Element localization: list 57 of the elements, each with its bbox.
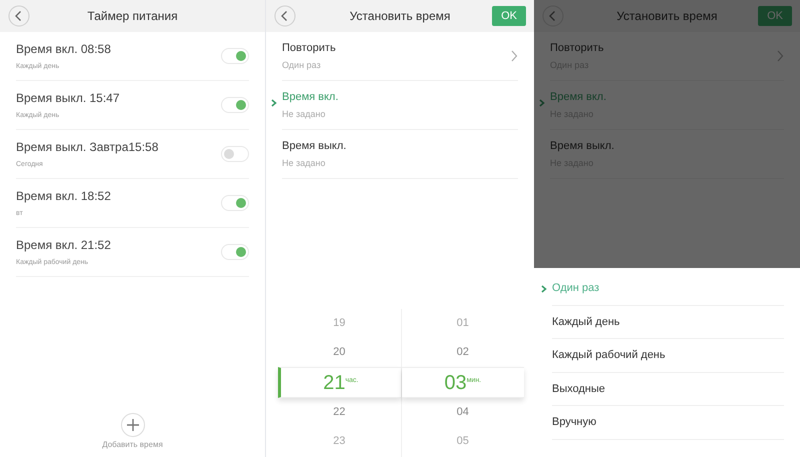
chevron-right-icon xyxy=(510,50,518,62)
ok-button[interactable]: OK xyxy=(758,6,792,26)
setting-row[interactable]: Время выкл. Не задано xyxy=(282,130,518,179)
setting-label[interactable]: Время вкл. xyxy=(550,88,784,105)
setting-label[interactable]: Повторить xyxy=(550,40,776,56)
timer-title: Время выкл. 15:47 xyxy=(16,90,121,107)
setting-label[interactable]: Время выкл. xyxy=(282,138,518,154)
ok-button[interactable]: OK xyxy=(492,6,526,26)
back-button[interactable] xyxy=(274,5,296,27)
picker-value: 03$^{мин.}$ xyxy=(444,370,482,396)
toggle-switch[interactable] xyxy=(221,146,249,162)
plus-icon xyxy=(126,418,140,432)
setting-row[interactable]: Повторить Один раз xyxy=(282,32,518,81)
chevron-right-icon xyxy=(776,50,784,62)
picker-value: 21$^{час.}$ xyxy=(323,370,358,396)
toggle-switch[interactable] xyxy=(221,244,249,260)
picker-value[interactable]: 02 xyxy=(456,344,469,361)
setting-value: Не задано xyxy=(282,157,326,170)
picker-selected-row[interactable]: 03$^{мин.}$ xyxy=(402,367,524,398)
toggle-switch[interactable] xyxy=(221,48,249,64)
repeat-option[interactable]: Вручную xyxy=(552,414,596,430)
picker-value[interactable]: 04 xyxy=(456,404,469,421)
picker-value[interactable]: 20 xyxy=(333,344,346,361)
screen-title: Установить время xyxy=(350,9,450,23)
repeat-option[interactable]: Каждый день xyxy=(552,314,620,330)
repeat-option[interactable]: Каждый рабочий день xyxy=(552,347,666,364)
picker-value[interactable]: 22 xyxy=(333,404,346,421)
picker-value[interactable]: 19 xyxy=(333,315,346,332)
setting-value: Не задано xyxy=(282,108,326,121)
add-time-label: Добавить время xyxy=(102,439,163,451)
back-button[interactable] xyxy=(8,5,30,27)
add-button[interactable] xyxy=(120,413,144,437)
setting-label[interactable]: Повторить xyxy=(282,40,510,56)
option-row[interactable]: Каждый день xyxy=(552,306,784,339)
timer-title: Время вкл. 18:52 xyxy=(16,188,112,205)
setting-row[interactable]: Время вкл. Не задано xyxy=(282,81,518,130)
timer-title: Время выкл. Завтра15:58 xyxy=(16,138,160,156)
option-row[interactable]: Каждый рабочий день xyxy=(552,339,784,372)
picker-value[interactable]: 23 xyxy=(333,433,346,450)
timer-title: Время вкл. 21:52 xyxy=(16,236,112,254)
repeat-option[interactable]: Выходные xyxy=(552,380,606,397)
timer-title: Время вкл. 08:58 xyxy=(16,40,112,58)
toggle-switch[interactable] xyxy=(221,97,249,113)
repeat-option[interactable]: Один раз xyxy=(552,280,600,296)
setting-value: Один раз xyxy=(282,59,322,72)
option-row[interactable]: Выходные xyxy=(552,372,784,406)
screen-title: Установить время xyxy=(616,9,718,23)
back-button[interactable] xyxy=(542,5,564,27)
option-row[interactable]: Вручную xyxy=(552,406,784,440)
picker-selected-row[interactable]: 21$^{час.}$ xyxy=(278,367,400,398)
picker-value[interactable]: 01 xyxy=(456,315,469,332)
picker-value[interactable]: 05 xyxy=(456,433,469,450)
screen-title: Таймер питания xyxy=(87,9,178,23)
toggle-switch[interactable] xyxy=(221,195,249,211)
option-row[interactable]: Один раз xyxy=(552,272,784,306)
setting-label[interactable]: Время выкл. xyxy=(550,138,784,154)
setting-label[interactable]: Время вкл. xyxy=(282,88,518,105)
